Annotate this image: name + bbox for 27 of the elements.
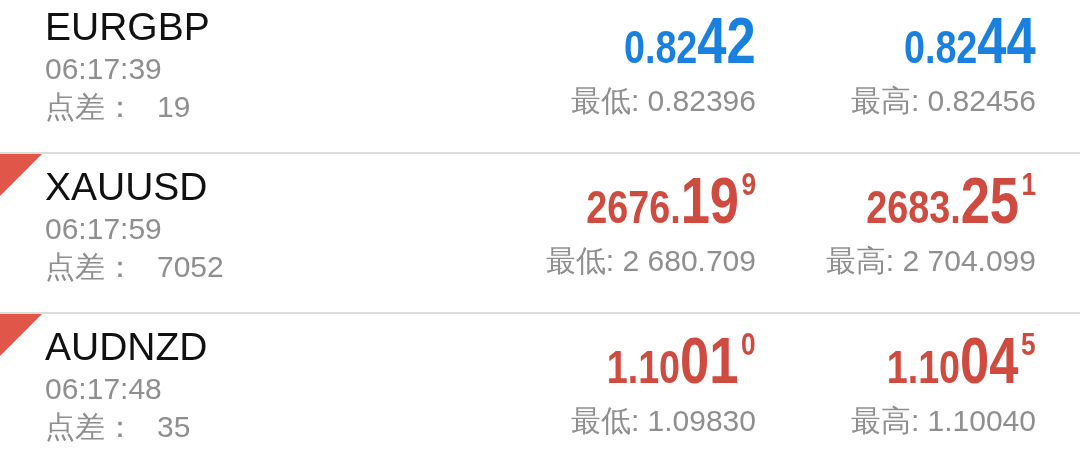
bid-price: 2676.19$^{9}$: [585, 164, 756, 239]
spread-value: 7052: [157, 250, 224, 283]
bid-price: 1.1001$^{0}$: [606, 324, 756, 399]
ask-price: 2683.25$^{1}$: [865, 164, 1036, 239]
spread-label: 点差：: [45, 250, 135, 283]
high-price: 最高: 0.82456: [849, 83, 1036, 119]
quote-row[interactable]: AUDNZD 06:17:48 点差： 35 1.1001$^{0}$ 最低: 1.09830 1.1004$^{5}$ 最高: 1.10040: [0, 314, 1080, 457]
bid-price: 0.8242: [623, 4, 756, 79]
quote-row[interactable]: XAUUSD 06:17:59 点差： 7052 2676.19$^{9}$ 最低: 2 680.709 2683.25$^{1}$ 最高: 2 704.099: [0, 154, 1080, 314]
ask-price: 0.8244: [903, 4, 1036, 79]
spread-label: 点差：: [45, 410, 135, 443]
symbol-name: EURGBP: [45, 4, 211, 50]
high-price: 最高: 1.10040: [849, 403, 1036, 439]
low-price: 最低: 2 680.709: [544, 243, 756, 279]
spread-value: 19: [157, 90, 191, 123]
quote-time: 06:17:39: [45, 51, 163, 87]
low-price: 最低: 0.82396: [569, 83, 756, 119]
quote-time: 06:17:48: [45, 371, 163, 407]
quote-time: 06:17:59: [45, 211, 163, 247]
spread-label: 点差：: [45, 90, 135, 123]
symbol-name: XAUUSD: [45, 164, 209, 210]
symbol-name: AUDNZD: [45, 324, 209, 370]
low-price: 最低: 1.09830: [569, 403, 756, 439]
high-price: 最高: 2 704.099: [824, 243, 1036, 279]
quote-row[interactable]: EURGBP 06:17:39 点差： 19 0.8242 最低: 0.82396 0.8244 最高: 0.82456: [0, 0, 1080, 154]
spread-value: 35: [157, 410, 191, 443]
ask-price: 1.1004$^{5}$: [886, 324, 1036, 399]
